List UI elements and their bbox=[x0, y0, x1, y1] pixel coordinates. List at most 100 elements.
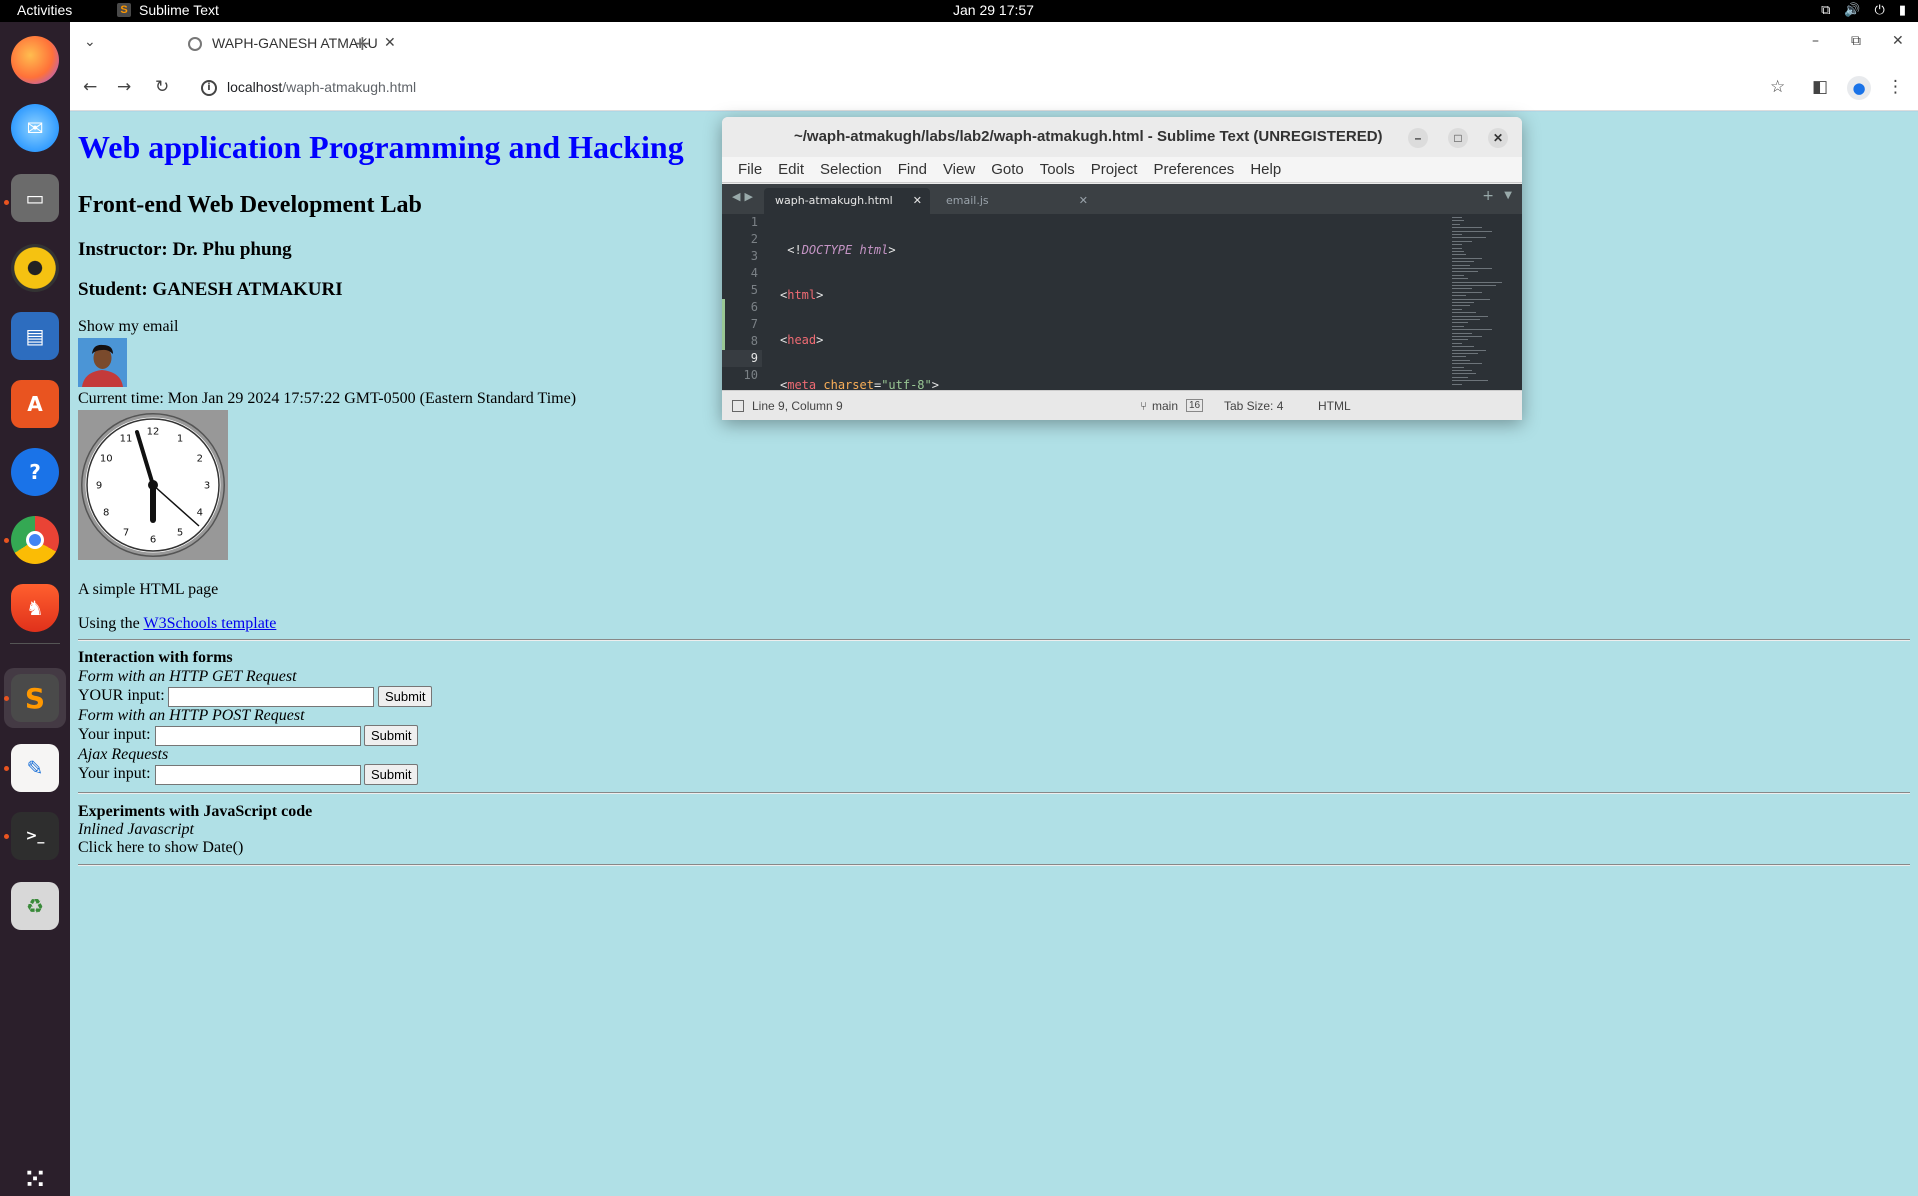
running-indicator bbox=[4, 834, 9, 839]
menu-item-find[interactable]: Find bbox=[890, 157, 935, 182]
show-email-toggle[interactable]: Show my email bbox=[78, 318, 178, 336]
system-clock[interactable]: Jan 29 17:57 bbox=[953, 2, 1034, 18]
new-tab-icon[interactable]: + bbox=[354, 31, 371, 55]
minimap-line bbox=[1452, 322, 1468, 324]
firefox-icon[interactable] bbox=[11, 36, 59, 84]
help-icon[interactable]: ? bbox=[11, 448, 59, 496]
battery-icon: ▮ bbox=[1898, 2, 1906, 17]
profile-avatar-icon[interactable]: ● bbox=[1847, 76, 1871, 100]
sublime-tab-inactive[interactable]: email.js ✕ bbox=[936, 188, 1096, 214]
show-apps-icon[interactable]: ⁙ bbox=[11, 1156, 59, 1196]
menu-item-goto[interactable]: Goto bbox=[983, 157, 1032, 182]
chrome-icon[interactable] bbox=[11, 516, 59, 564]
volume-icon: 🔊 bbox=[1844, 2, 1861, 17]
address-bar[interactable]: localhost/waph-atmakugh.html bbox=[227, 79, 416, 95]
menu-item-file[interactable]: File bbox=[730, 157, 770, 182]
reload-icon[interactable]: ↻ bbox=[155, 77, 169, 97]
close-tab-icon[interactable]: ✕ bbox=[1079, 194, 1088, 207]
post-input-field[interactable] bbox=[155, 726, 361, 746]
get-input-field[interactable] bbox=[168, 687, 374, 707]
running-indicator bbox=[4, 766, 9, 771]
bookmark-star-icon[interactable]: ☆ bbox=[1770, 77, 1785, 97]
sublime-tab-active[interactable]: waph-atmakugh.html ✕ bbox=[764, 188, 930, 214]
menu-item-selection[interactable]: Selection bbox=[812, 157, 890, 182]
minimap-line bbox=[1452, 370, 1472, 371]
menu-item-preferences[interactable]: Preferences bbox=[1145, 157, 1242, 182]
minimize-icon[interactable]: – bbox=[1812, 33, 1819, 49]
focused-app-menu[interactable]: S Sublime Text bbox=[117, 2, 219, 18]
minimap-line bbox=[1452, 251, 1464, 252]
minimap-line bbox=[1452, 278, 1468, 280]
site-info-icon[interactable]: i bbox=[201, 80, 217, 96]
app-center-icon[interactable]: A bbox=[11, 380, 59, 428]
ajax-submit-button[interactable]: Submit bbox=[364, 764, 419, 785]
thunderbird-icon[interactable]: ✉ bbox=[11, 104, 59, 152]
close-tab-icon[interactable]: ✕ bbox=[913, 194, 922, 207]
sublime-close-icon[interactable]: ✕ bbox=[1488, 128, 1508, 148]
w3schools-link[interactable]: W3Schools template bbox=[143, 615, 276, 632]
tab-dropdown-icon[interactable]: ▼ bbox=[1504, 190, 1512, 201]
tab-nav-arrows-icon[interactable]: ◀▶ bbox=[732, 190, 757, 203]
close-window-icon[interactable]: ✕ bbox=[1892, 33, 1904, 49]
syntax-mode[interactable]: HTML bbox=[1318, 399, 1351, 413]
minimap-line bbox=[1452, 373, 1476, 375]
new-tab-icon[interactable]: + bbox=[1482, 188, 1494, 204]
sublime-text-icon[interactable]: S bbox=[11, 674, 59, 722]
line-number: 4 bbox=[750, 266, 758, 280]
tab-search-chevron-icon[interactable]: ⌄ bbox=[84, 34, 96, 50]
menu-item-tools[interactable]: Tools bbox=[1032, 157, 1083, 182]
back-icon[interactable]: ← bbox=[83, 77, 97, 97]
activities-button[interactable]: Activities bbox=[17, 2, 72, 18]
tab-size[interactable]: Tab Size: 4 bbox=[1224, 399, 1283, 413]
minimap-line bbox=[1452, 281, 1502, 283]
sublime-minimize-icon[interactable]: – bbox=[1408, 128, 1428, 148]
side-panel-icon[interactable]: ◧ bbox=[1812, 77, 1828, 97]
cursor-position[interactable]: Line 9, Column 9 bbox=[752, 399, 843, 413]
menu-item-project[interactable]: Project bbox=[1083, 157, 1146, 182]
clock-numeral: 11 bbox=[120, 434, 133, 445]
minimap[interactable] bbox=[1444, 214, 1522, 390]
code-line: <head> bbox=[780, 333, 824, 347]
focused-app-name: Sublime Text bbox=[139, 2, 219, 18]
minimap-line bbox=[1452, 353, 1478, 354]
show-date-button[interactable]: Click here to show Date() bbox=[78, 839, 243, 857]
git-branch[interactable]: main bbox=[1152, 399, 1178, 413]
minimap-line bbox=[1452, 254, 1466, 256]
brave-icon[interactable]: ♞ bbox=[11, 584, 59, 632]
terminal-icon[interactable]: >_ bbox=[11, 812, 59, 860]
system-tray[interactable]: ⧉ 🔊 ⏻ ▮ bbox=[1821, 2, 1906, 18]
post-submit-button[interactable]: Submit bbox=[364, 725, 419, 746]
running-indicator bbox=[4, 538, 9, 543]
sublime-titlebar[interactable]: ~/waph-atmakugh/labs/lab2/waph-atmakugh.… bbox=[722, 117, 1522, 157]
sublime-maximize-icon[interactable]: □ bbox=[1448, 128, 1468, 148]
line-number: 8 bbox=[750, 334, 758, 348]
minimap-line bbox=[1452, 298, 1490, 300]
writer-icon[interactable]: ▤ bbox=[11, 312, 59, 360]
sidebar-toggle-icon[interactable] bbox=[732, 400, 744, 412]
ajax-input-field[interactable] bbox=[155, 765, 361, 785]
minimap-line bbox=[1452, 247, 1462, 249]
menu-item-help[interactable]: Help bbox=[1242, 157, 1289, 182]
code-editor[interactable]: 1 2 3 4 5 6 7 8 9 10 <!DOCTYPE html> <html> <head… bbox=[722, 214, 1522, 392]
instructor-heading: Instructor: Dr. Phu phung bbox=[78, 239, 292, 260]
trash-icon[interactable]: ♻ bbox=[11, 882, 59, 930]
close-tab-icon[interactable]: ✕ bbox=[384, 34, 396, 51]
line-number: 7 bbox=[750, 317, 758, 331]
minimap-line bbox=[1452, 346, 1474, 348]
restore-icon[interactable]: ⧉ bbox=[1851, 33, 1861, 49]
forms-heading: Interaction with forms bbox=[78, 649, 233, 666]
menu-kebab-icon[interactable]: ⋮ bbox=[1887, 77, 1904, 97]
minimap-line bbox=[1452, 342, 1462, 344]
menu-item-edit[interactable]: Edit bbox=[770, 157, 812, 182]
minimap-line bbox=[1452, 332, 1472, 334]
browser-toolbar: ← → ↻ i localhost/waph-atmakugh.html ☆ ◧… bbox=[70, 67, 1918, 111]
get-submit-button[interactable]: Submit bbox=[378, 686, 433, 707]
minimap-line bbox=[1452, 366, 1464, 368]
menu-item-view[interactable]: View bbox=[935, 157, 983, 182]
rhythmbox-icon[interactable] bbox=[11, 244, 59, 292]
minimap-line bbox=[1452, 295, 1466, 297]
minimap-line bbox=[1452, 285, 1496, 286]
forward-icon[interactable]: → bbox=[117, 77, 131, 97]
text-editor-icon[interactable]: ✎ bbox=[11, 744, 59, 792]
files-icon[interactable]: ▭ bbox=[11, 174, 59, 222]
